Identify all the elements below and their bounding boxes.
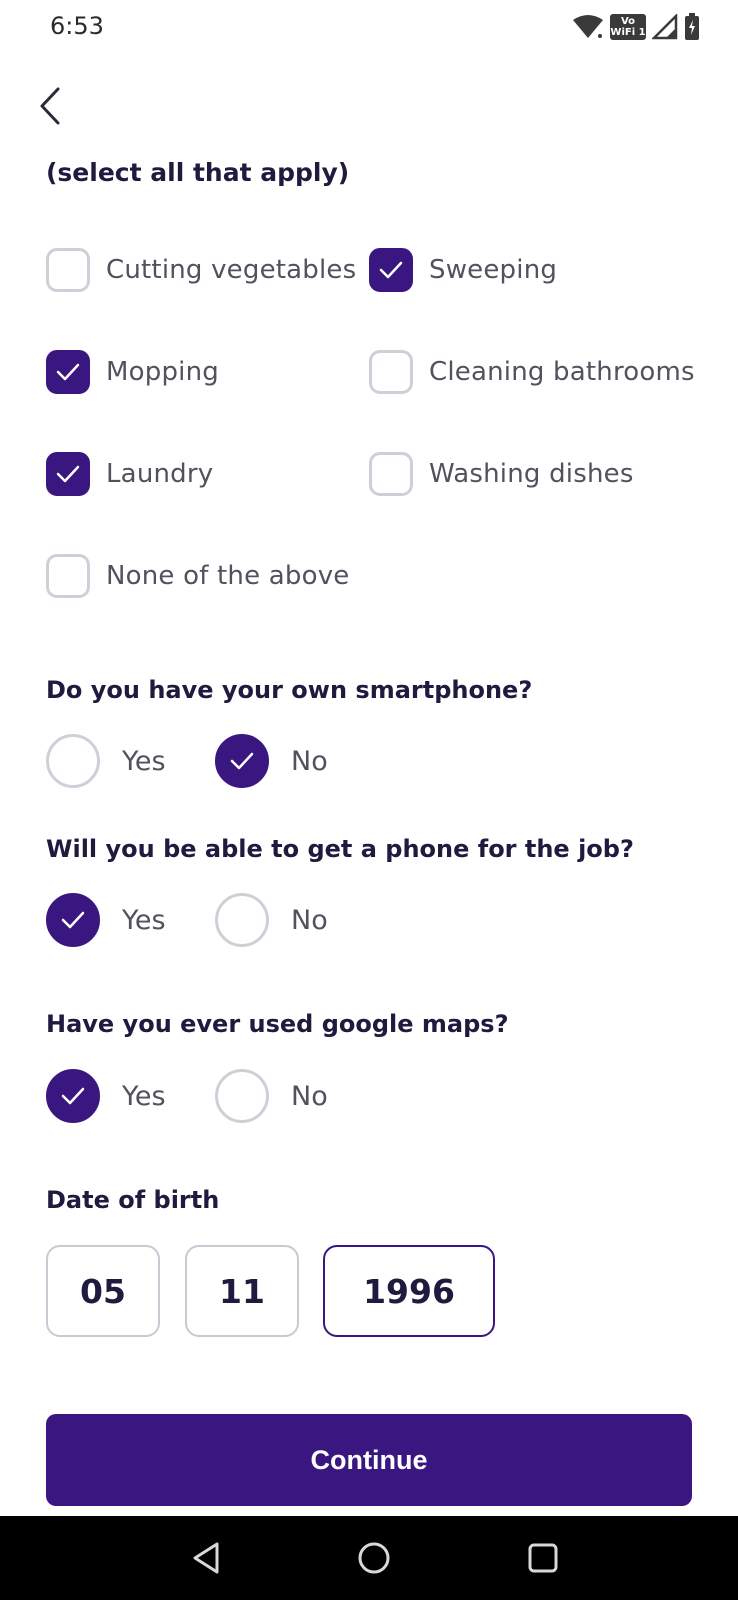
back-button[interactable] bbox=[30, 82, 70, 130]
checkmark-icon bbox=[61, 1087, 85, 1105]
option-cleaning-bathrooms[interactable]: Cleaning bathrooms bbox=[369, 348, 695, 396]
question-used-google-maps: Have you ever used google maps? bbox=[46, 1010, 509, 1038]
status-time: 6:53 bbox=[50, 12, 104, 40]
option-label: Sweeping bbox=[429, 255, 558, 285]
dob-year-input[interactable]: 1996 bbox=[323, 1245, 495, 1337]
smartphone-no-option[interactable]: No bbox=[215, 734, 328, 788]
option-label: Cutting vegetables bbox=[106, 255, 357, 285]
radio-button[interactable] bbox=[215, 1069, 269, 1123]
option-label: Laundry bbox=[106, 459, 214, 489]
option-mopping[interactable]: Mopping bbox=[46, 348, 219, 396]
question-get-phone-for-job: Will you be able to get a phone for the … bbox=[46, 835, 634, 863]
option-label: Cleaning bathrooms bbox=[429, 357, 695, 387]
signal-icon bbox=[652, 14, 678, 40]
radio-button[interactable] bbox=[46, 1069, 100, 1123]
checkmark-icon bbox=[56, 465, 80, 483]
checkbox[interactable] bbox=[369, 248, 413, 292]
radio-label: No bbox=[291, 1080, 328, 1112]
radio-label: Yes bbox=[122, 904, 166, 936]
back-triangle-icon bbox=[193, 1542, 219, 1574]
home-circle-icon bbox=[358, 1542, 390, 1574]
google-maps-no-option[interactable]: No bbox=[215, 1069, 328, 1123]
checkmark-icon bbox=[379, 261, 403, 279]
dob-label: Date of birth bbox=[46, 1186, 220, 1214]
option-laundry[interactable]: Laundry bbox=[46, 450, 213, 498]
chevron-left-icon bbox=[40, 87, 60, 125]
get-phone-no-option[interactable]: No bbox=[215, 893, 328, 947]
option-label: None of the above bbox=[106, 561, 350, 591]
radio-label: No bbox=[291, 904, 328, 936]
select-all-hint: (select all that apply) bbox=[46, 158, 350, 187]
system-nav-bar bbox=[0, 1516, 738, 1600]
option-cutting-vegetables[interactable]: Cutting vegetables bbox=[46, 246, 356, 294]
vowifi-top-text: Vo bbox=[620, 16, 636, 27]
status-icons: Vo WiFi 1 bbox=[572, 12, 700, 42]
radio-button[interactable] bbox=[215, 893, 269, 947]
dob-day-input[interactable]: 05 bbox=[46, 1245, 160, 1337]
continue-button[interactable]: Continue bbox=[46, 1414, 692, 1506]
option-sweeping[interactable]: Sweeping bbox=[369, 246, 557, 294]
checkbox[interactable] bbox=[46, 248, 90, 292]
radio-button[interactable] bbox=[215, 734, 269, 788]
nav-recents-button[interactable] bbox=[515, 1530, 571, 1586]
option-label: Mopping bbox=[106, 357, 219, 387]
checkmark-icon bbox=[230, 752, 254, 770]
wifi-icon bbox=[573, 15, 603, 38]
battery-icon bbox=[685, 13, 699, 40]
question-own-smartphone: Do you have your own smartphone? bbox=[46, 676, 533, 704]
google-maps-yes-option[interactable]: Yes bbox=[46, 1069, 166, 1123]
option-none-of-the-above[interactable]: None of the above bbox=[46, 552, 349, 600]
checkmark-icon bbox=[61, 911, 85, 929]
option-label: Washing dishes bbox=[429, 459, 634, 489]
checkmark-icon bbox=[56, 363, 80, 381]
radio-label: Yes bbox=[122, 745, 166, 777]
dob-month-input[interactable]: 11 bbox=[185, 1245, 299, 1337]
radio-label: No bbox=[291, 745, 328, 777]
option-washing-dishes[interactable]: Washing dishes bbox=[369, 450, 634, 498]
radio-button[interactable] bbox=[46, 734, 100, 788]
recents-square-icon bbox=[528, 1543, 558, 1573]
checkbox[interactable] bbox=[369, 350, 413, 394]
checkbox[interactable] bbox=[46, 554, 90, 598]
checkbox[interactable] bbox=[46, 452, 90, 496]
nav-home-button[interactable] bbox=[346, 1530, 402, 1586]
radio-label: Yes bbox=[122, 1080, 166, 1112]
checkbox[interactable] bbox=[46, 350, 90, 394]
vowifi-bottom-text: WiFi 1 bbox=[610, 27, 646, 38]
vowifi-icon: Vo WiFi 1 bbox=[610, 14, 646, 40]
radio-button[interactable] bbox=[46, 893, 100, 947]
status-bar: 6:53 Vo WiFi 1 bbox=[0, 0, 738, 56]
get-phone-yes-option[interactable]: Yes bbox=[46, 893, 166, 947]
smartphone-yes-option[interactable]: Yes bbox=[46, 734, 166, 788]
checkbox[interactable] bbox=[369, 452, 413, 496]
nav-back-button[interactable] bbox=[178, 1530, 234, 1586]
